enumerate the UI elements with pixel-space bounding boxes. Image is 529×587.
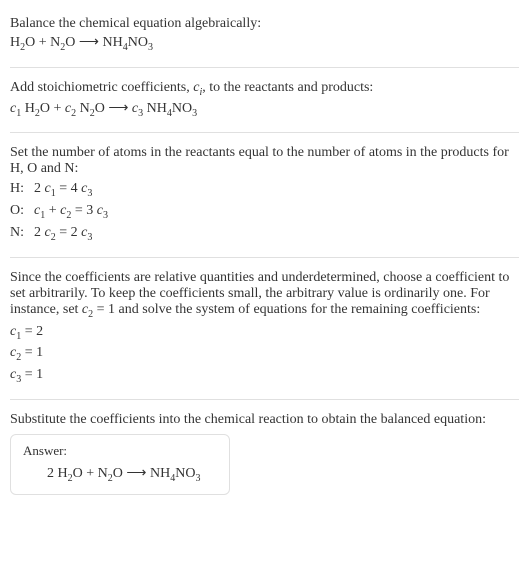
section-solve: Since the coefficients are relative quan… <box>10 262 519 395</box>
answer-label: Answer: <box>23 443 217 459</box>
instruction-text: Add stoichiometric coefficients, ci, to … <box>10 80 519 98</box>
coefficient-equation: c1 H2O + c2 N2O ⟶ c3 NH4NO3 <box>10 98 519 121</box>
section-answer: Substitute the coefficients into the che… <box>10 404 519 503</box>
formula-n2o: N2O <box>50 35 75 50</box>
divider <box>10 67 519 68</box>
section-problem: Balance the chemical equation algebraica… <box>10 8 519 63</box>
initial-equation: H2O + N2O ⟶ NH4NO3 <box>10 32 519 55</box>
atom-row-o: O:c1 + c2 = 3 c3 <box>10 201 519 223</box>
atom-row-n: N:2 c2 = 2 c3 <box>10 223 519 245</box>
arrow-icon: ⟶ <box>123 466 150 481</box>
formula-nh4no3: NH4NO3 <box>102 35 152 50</box>
answer-box: Answer: 2 H2O + N2O ⟶ NH4NO3 <box>10 434 230 495</box>
coeff-c2: c2 = 1 <box>10 343 519 365</box>
coeff-c3: c3 = 1 <box>10 365 519 387</box>
coefficient-solutions: c1 = 2 c2 = 1 c3 = 1 <box>10 322 519 387</box>
arrow-icon: ⟶ <box>105 101 132 116</box>
formula-h2o: H2O <box>10 35 35 50</box>
instruction-text: Substitute the coefficients into the che… <box>10 412 519 428</box>
section-atom-equations: Set the number of atoms in the reactants… <box>10 137 519 252</box>
instruction-text: Set the number of atoms in the reactants… <box>10 145 519 177</box>
atom-equations: H:2 c1 = 4 c3 O:c1 + c2 = 3 c3 N:2 c2 = … <box>10 179 519 244</box>
divider <box>10 399 519 400</box>
balanced-equation: 2 H2O + N2O ⟶ NH4NO3 <box>23 463 217 486</box>
divider <box>10 132 519 133</box>
divider <box>10 257 519 258</box>
instruction-text: Since the coefficients are relative quan… <box>10 270 519 320</box>
section-coefficients: Add stoichiometric coefficients, ci, to … <box>10 72 519 129</box>
atom-row-h: H:2 c1 = 4 c3 <box>10 179 519 201</box>
coeff-c1: c1 = 2 <box>10 322 519 344</box>
arrow-icon: ⟶ <box>75 35 102 50</box>
instruction-text: Balance the chemical equation algebraica… <box>10 16 519 32</box>
